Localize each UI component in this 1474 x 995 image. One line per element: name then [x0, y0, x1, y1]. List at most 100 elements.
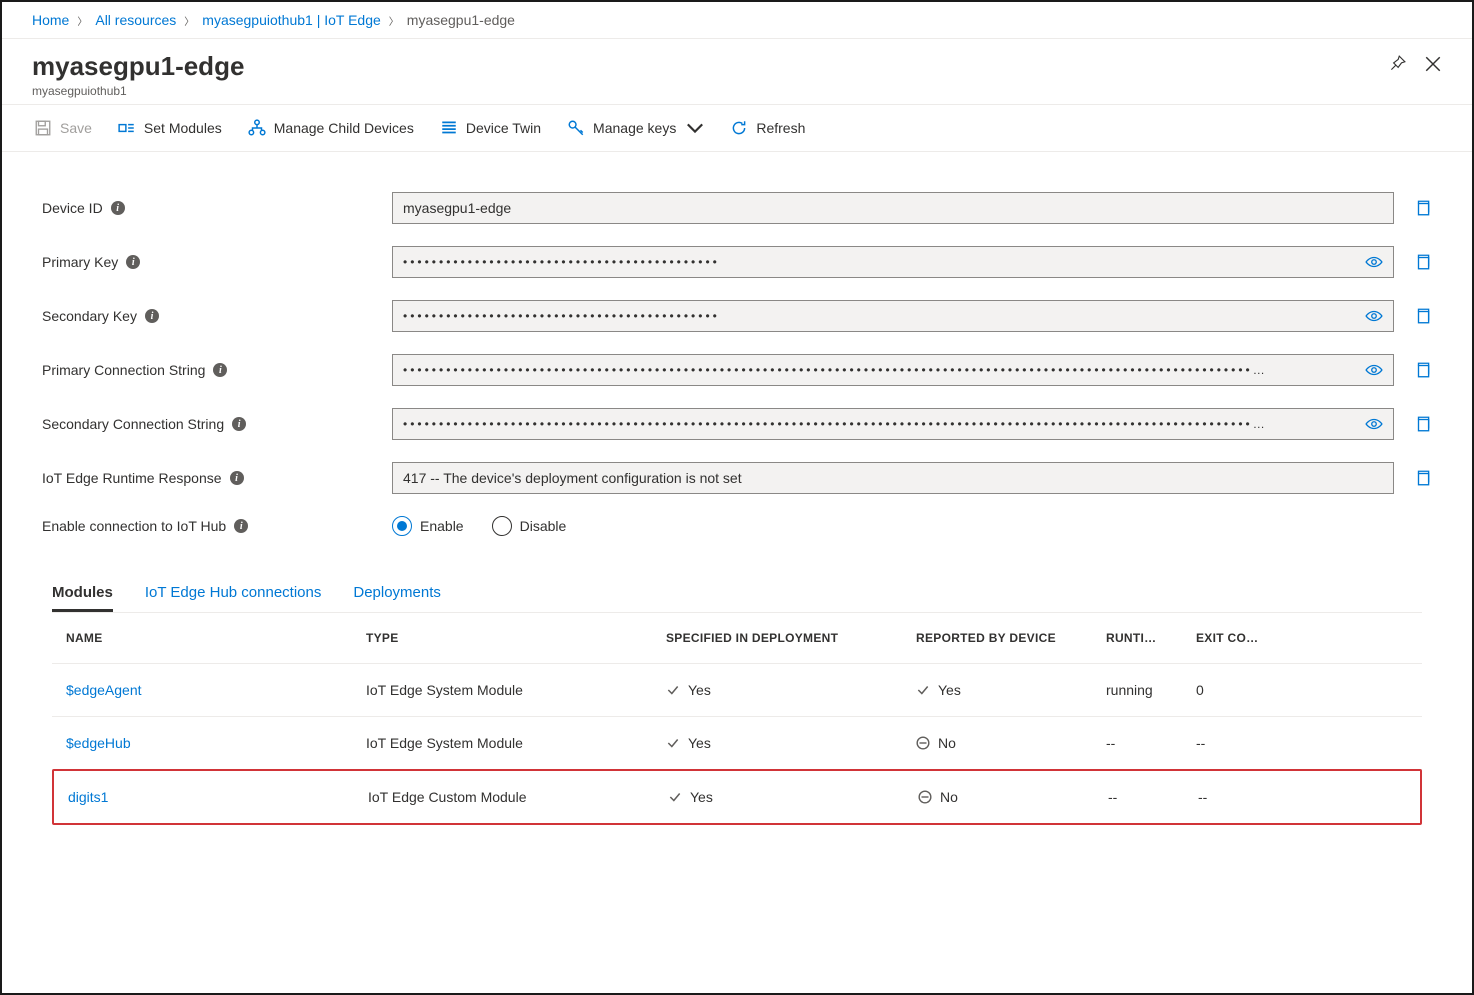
modules-icon: [118, 119, 136, 137]
hierarchy-icon: [248, 119, 266, 137]
table-row: digits1 IoT Edge Custom Module Yes No --…: [52, 769, 1422, 825]
table-row: $edgeAgent IoT Edge System Module Yes Ye…: [52, 664, 1422, 717]
enable-conn-label: Enable connection to IoT Hub: [42, 518, 226, 534]
secondary-conn-row: Secondary Connection String i ••••••••••…: [42, 408, 1432, 440]
module-name-link[interactable]: $edgeHub: [66, 735, 366, 751]
runtime-response-row: IoT Edge Runtime Response i 417 -- The d…: [42, 462, 1432, 494]
col-reported: REPORTED BY DEVICE: [916, 631, 1106, 645]
module-name-link[interactable]: digits1: [68, 789, 368, 805]
copy-icon[interactable]: [1414, 253, 1432, 271]
refresh-icon: [730, 119, 748, 137]
copy-icon[interactable]: [1414, 199, 1432, 217]
module-runtime: --: [1108, 789, 1198, 805]
copy-icon[interactable]: [1414, 469, 1432, 487]
eye-icon[interactable]: [1365, 307, 1383, 325]
module-specified: Yes: [688, 735, 711, 751]
copy-icon[interactable]: [1414, 361, 1432, 379]
manage-keys-label: Manage keys: [593, 120, 676, 136]
info-icon[interactable]: i: [213, 363, 227, 377]
col-exit: EXIT CO…: [1196, 631, 1296, 645]
chevron-right-icon: 〉: [389, 13, 399, 28]
tab-deployments[interactable]: Deployments: [353, 576, 441, 612]
tabs: Modules IoT Edge Hub connections Deploym…: [52, 576, 1422, 613]
info-icon[interactable]: i: [126, 255, 140, 269]
enable-radio-label: Enable: [420, 518, 464, 534]
list-icon: [440, 119, 458, 137]
primary-conn-label: Primary Connection String: [42, 362, 205, 378]
check-icon: [668, 790, 682, 804]
manage-child-devices-button[interactable]: Manage Child Devices: [246, 115, 416, 141]
minus-circle-icon: [918, 790, 932, 804]
enable-conn-radio-group: Enable Disable: [392, 516, 566, 536]
eye-icon[interactable]: [1365, 415, 1383, 433]
primary-conn-field[interactable]: ••••••••••••••••••••••••••••••••••••••••…: [392, 354, 1394, 386]
breadcrumb-current: myasegpu1-edge: [407, 12, 515, 28]
device-id-field[interactable]: myasegpu1-edge: [392, 192, 1394, 224]
breadcrumb: Home 〉 All resources 〉 myasegpuiothub1 |…: [2, 2, 1472, 39]
disable-radio[interactable]: Disable: [492, 516, 567, 536]
col-specified: SPECIFIED IN DEPLOYMENT: [666, 631, 916, 645]
info-icon[interactable]: i: [232, 417, 246, 431]
table-row: $edgeHub IoT Edge System Module Yes No -…: [52, 717, 1422, 770]
check-icon: [916, 683, 930, 697]
col-runtime: RUNTI…: [1106, 631, 1196, 645]
copy-icon[interactable]: [1414, 415, 1432, 433]
check-icon: [666, 683, 680, 697]
module-type: IoT Edge Custom Module: [368, 789, 668, 805]
primary-conn-row: Primary Connection String i ••••••••••••…: [42, 354, 1432, 386]
pin-icon[interactable]: [1388, 55, 1406, 73]
refresh-button[interactable]: Refresh: [728, 115, 807, 141]
chevron-right-icon: 〉: [77, 13, 87, 28]
module-specified: Yes: [688, 682, 711, 698]
breadcrumb-link-home[interactable]: Home: [32, 12, 69, 28]
manage-keys-button[interactable]: Manage keys: [565, 115, 706, 141]
modules-table: NAME TYPE SPECIFIED IN DEPLOYMENT REPORT…: [52, 613, 1422, 825]
save-label: Save: [60, 120, 92, 136]
radio-icon: [492, 516, 512, 536]
toolbar: Save Set Modules Manage Child Devices De…: [2, 104, 1472, 152]
module-reported: Yes: [938, 682, 961, 698]
tab-modules[interactable]: Modules: [52, 576, 113, 612]
secondary-key-label: Secondary Key: [42, 308, 137, 324]
minus-circle-icon: [916, 736, 930, 750]
primary-key-label: Primary Key: [42, 254, 118, 270]
enable-radio[interactable]: Enable: [392, 516, 464, 536]
secondary-conn-field[interactable]: ••••••••••••••••••••••••••••••••••••••••…: [392, 408, 1394, 440]
info-icon[interactable]: i: [145, 309, 159, 323]
device-id-row: Device ID i myasegpu1-edge: [42, 192, 1432, 224]
device-twin-button[interactable]: Device Twin: [438, 115, 543, 141]
close-icon[interactable]: [1424, 55, 1442, 73]
module-name-link[interactable]: $edgeAgent: [66, 682, 366, 698]
module-type: IoT Edge System Module: [366, 735, 666, 751]
primary-key-row: Primary Key i ••••••••••••••••••••••••••…: [42, 246, 1432, 278]
set-modules-button[interactable]: Set Modules: [116, 115, 224, 141]
breadcrumb-link-iothub[interactable]: myasegpuiothub1 | IoT Edge: [202, 12, 381, 28]
save-button: Save: [32, 115, 94, 141]
secondary-key-row: Secondary Key i ••••••••••••••••••••••••…: [42, 300, 1432, 332]
tab-connections[interactable]: IoT Edge Hub connections: [145, 576, 322, 612]
module-exit: --: [1196, 735, 1296, 751]
secondary-conn-label: Secondary Connection String: [42, 416, 224, 432]
info-icon[interactable]: i: [234, 519, 248, 533]
eye-icon[interactable]: [1365, 361, 1383, 379]
copy-icon[interactable]: [1414, 307, 1432, 325]
page-header: myasegpu1-edge myasegpuiothub1: [2, 39, 1472, 104]
runtime-response-field[interactable]: 417 -- The device's deployment configura…: [392, 462, 1394, 494]
key-icon: [567, 119, 585, 137]
save-icon: [34, 119, 52, 137]
module-type: IoT Edge System Module: [366, 682, 666, 698]
breadcrumb-link-allresources[interactable]: All resources: [95, 12, 176, 28]
disable-radio-label: Disable: [520, 518, 567, 534]
eye-icon[interactable]: [1365, 253, 1383, 271]
primary-key-field[interactable]: ••••••••••••••••••••••••••••••••••••••••…: [392, 246, 1394, 278]
set-modules-label: Set Modules: [144, 120, 222, 136]
module-runtime: --: [1106, 735, 1196, 751]
module-reported: No: [938, 735, 956, 751]
module-reported: No: [940, 789, 958, 805]
module-specified: Yes: [690, 789, 713, 805]
module-runtime: running: [1106, 682, 1196, 698]
info-icon[interactable]: i: [111, 201, 125, 215]
radio-icon: [392, 516, 412, 536]
secondary-key-field[interactable]: ••••••••••••••••••••••••••••••••••••••••…: [392, 300, 1394, 332]
info-icon[interactable]: i: [230, 471, 244, 485]
